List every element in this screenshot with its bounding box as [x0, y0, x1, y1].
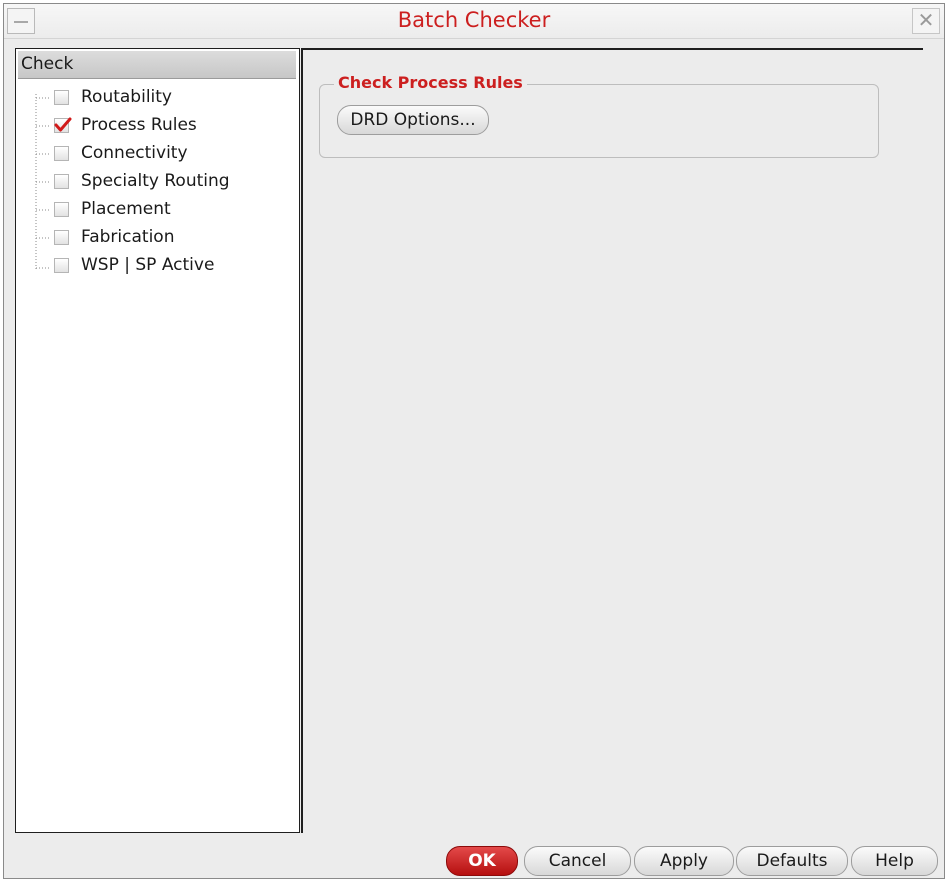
tree-item-label: WSP | SP Active [81, 255, 215, 275]
fabrication-checkbox[interactable] [54, 229, 69, 245]
tree-item-placement[interactable]: Placement [54, 196, 171, 222]
tree-item-routability[interactable]: Routability [54, 84, 172, 110]
window-title: Batch Checker [397, 8, 551, 32]
connectivity-checkbox[interactable] [54, 145, 69, 161]
tree-item-fabrication[interactable]: Fabrication [54, 224, 174, 250]
wsp-sp-active-checkbox[interactable] [54, 257, 69, 273]
tree-item-label: Fabrication [81, 227, 175, 247]
tree-item-wsp-sp-active[interactable]: WSP | SP Active [54, 252, 214, 278]
checkmark-icon [54, 117, 72, 131]
apply-button[interactable]: Apply [634, 846, 734, 876]
drd-options-button[interactable]: DRD Options... [337, 105, 489, 135]
defaults-button[interactable]: Defaults [736, 846, 848, 876]
batch-checker-window: Batch Checker ✕ Check Routability Proces… [3, 3, 945, 879]
close-icon: ✕ [917, 8, 935, 32]
tree-item-process-rules[interactable]: Process Rules [54, 112, 197, 138]
specialty-routing-checkbox[interactable] [54, 173, 69, 189]
title-bar[interactable]: Batch Checker ✕ [4, 4, 944, 39]
tree-item-label: Process Rules [81, 115, 197, 135]
help-button[interactable]: Help [851, 846, 938, 876]
tree-item-label: Placement [81, 199, 171, 219]
ok-button[interactable]: OK [446, 846, 518, 876]
process-rules-checkbox[interactable] [54, 117, 72, 133]
cancel-button[interactable]: Cancel [524, 846, 631, 876]
tree-item-label: Routability [81, 87, 172, 107]
tree-item-label: Specialty Routing [81, 171, 230, 191]
tree-item-connectivity[interactable]: Connectivity [54, 140, 188, 166]
group-title: Check Process Rules [334, 73, 527, 92]
check-process-rules-group: Check Process Rules DRD Options... [319, 73, 879, 158]
tree-connector-lines [35, 94, 49, 269]
routability-checkbox[interactable] [54, 89, 69, 105]
options-panel: Check Process Rules DRD Options... [301, 48, 923, 833]
placement-checkbox[interactable] [54, 201, 69, 217]
check-tree: Check Routability Process Rules Connecti… [15, 48, 300, 833]
tree-item-specialty-routing[interactable]: Specialty Routing [54, 168, 230, 194]
close-button[interactable]: ✕ [912, 8, 940, 34]
tree-item-label: Connectivity [81, 143, 188, 163]
tree-header[interactable]: Check [18, 51, 296, 79]
